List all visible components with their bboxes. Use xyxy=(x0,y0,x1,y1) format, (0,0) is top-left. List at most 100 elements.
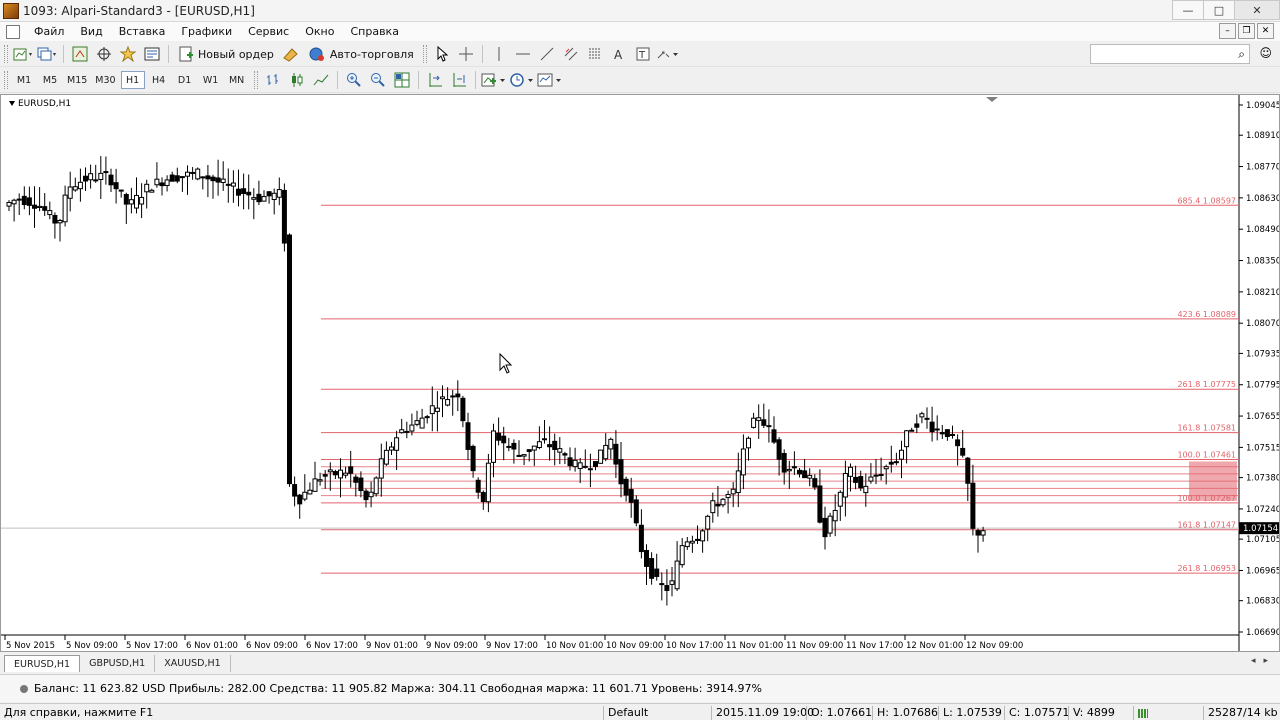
autoscroll-icon[interactable] xyxy=(448,70,470,90)
document-icon[interactable] xyxy=(6,24,20,39)
candle-body xyxy=(577,462,583,470)
candle-body xyxy=(893,461,899,464)
menu-file[interactable]: Файл xyxy=(26,25,72,38)
candle-body xyxy=(878,474,884,477)
fibonacci-icon[interactable] xyxy=(584,44,606,64)
timeframe-d1[interactable]: D1 xyxy=(173,71,197,89)
candle-body xyxy=(613,443,619,465)
tab-xauusd-h1[interactable]: XAUUSD,H1 xyxy=(155,655,231,672)
auto-trading-button[interactable]: Авто-торговля xyxy=(304,44,418,64)
candle-body xyxy=(236,188,241,196)
connection-bars-icon xyxy=(1138,708,1148,718)
meta-editor-icon[interactable] xyxy=(280,44,302,64)
collapse-arrow-icon[interactable] xyxy=(9,101,15,106)
candle-body xyxy=(491,430,496,463)
zoom-out-icon[interactable] xyxy=(367,70,389,90)
text-label-icon[interactable]: T xyxy=(632,44,654,64)
menu-help[interactable]: Справка xyxy=(342,25,406,38)
candle-body xyxy=(475,479,481,493)
time-label: 6 Nov 09:00 xyxy=(246,641,298,651)
timeframe-m5[interactable]: M5 xyxy=(38,71,62,89)
chart-shift-icon[interactable] xyxy=(424,70,446,90)
candle-body xyxy=(363,490,369,501)
chart-window[interactable]: 1.09045 1.08910 1.08770 1.08630 1.08490 1.083… xyxy=(0,94,1280,652)
line-chart-icon[interactable] xyxy=(310,70,332,90)
candle-body xyxy=(776,439,782,460)
terminal-icon[interactable] xyxy=(141,44,163,64)
time-label: 12 Nov 09:00 xyxy=(966,641,1023,651)
price-chart[interactable]: 1.09045 1.08910 1.08770 1.08630 1.08490 1.083… xyxy=(1,95,1279,651)
candle-body xyxy=(62,194,68,223)
menu-charts[interactable]: Графики xyxy=(173,25,240,38)
tile-windows-icon[interactable] xyxy=(391,70,413,90)
channel-icon[interactable] xyxy=(560,44,582,64)
candle-body xyxy=(256,193,262,203)
timeframe-h1[interactable]: H1 xyxy=(120,71,145,89)
candle-body xyxy=(740,448,746,476)
candlestick-icon[interactable] xyxy=(286,70,308,90)
candle-body xyxy=(659,583,665,586)
trendline-icon[interactable] xyxy=(536,44,558,64)
arrows-dropdown-icon[interactable] xyxy=(656,44,680,64)
timeframe-h4[interactable]: H4 xyxy=(147,71,171,89)
market-watch-icon[interactable] xyxy=(69,44,91,64)
templates-dropdown-icon[interactable] xyxy=(537,70,563,90)
timeframe-mn[interactable]: MN xyxy=(225,71,249,89)
data-window-icon[interactable] xyxy=(93,44,115,64)
cursor-icon[interactable] xyxy=(431,44,453,64)
horizontal-line-icon[interactable] xyxy=(512,44,534,64)
maximize-button[interactable]: □ xyxy=(1203,0,1235,20)
status-high: H: 1.07686 xyxy=(872,706,938,720)
menu-tools[interactable]: Сервис xyxy=(240,25,297,38)
menu-window[interactable]: Окно xyxy=(297,25,342,38)
profiles-icon[interactable] xyxy=(36,44,58,64)
candle-body xyxy=(72,186,78,191)
candle-body xyxy=(246,191,252,196)
child-minimize-button[interactable]: – xyxy=(1219,23,1236,39)
bar-chart-icon[interactable] xyxy=(262,70,284,90)
toolbar-grip[interactable] xyxy=(4,71,8,89)
zoom-in-icon[interactable] xyxy=(343,70,365,90)
periodicity-dropdown-icon[interactable] xyxy=(509,70,535,90)
timeframe-m15[interactable]: M15 xyxy=(64,71,90,89)
timeframe-m30[interactable]: M30 xyxy=(92,71,118,89)
candle-body xyxy=(358,477,364,492)
navigator-icon[interactable] xyxy=(117,44,139,64)
tab-scroll-arrows-icon[interactable]: ◂▸ xyxy=(1251,656,1276,666)
candle-body xyxy=(113,182,119,190)
toolbar-grip[interactable] xyxy=(422,45,427,63)
indicators-dropdown-icon[interactable] xyxy=(481,70,507,90)
candle-body xyxy=(542,438,547,441)
crosshair-icon[interactable] xyxy=(455,44,477,64)
tab-gbpusd-h1[interactable]: GBPUSD,H1 xyxy=(80,655,156,672)
minimize-button[interactable]: — xyxy=(1172,0,1204,20)
tab-eurusd-h1[interactable]: EURUSD,H1 xyxy=(4,655,81,672)
candle-body xyxy=(771,429,777,443)
timeframe-w1[interactable]: W1 xyxy=(199,71,223,89)
svg-text:T: T xyxy=(638,50,646,61)
search-icon: ⌕ xyxy=(1238,46,1245,61)
new-order-label: Новый ордер xyxy=(198,47,274,61)
candle-body xyxy=(618,459,624,485)
candle-body xyxy=(37,205,43,208)
child-restore-button[interactable]: ❐ xyxy=(1238,23,1255,39)
timeframe-m1[interactable]: M1 xyxy=(12,71,36,89)
vertical-line-icon[interactable] xyxy=(488,44,510,64)
new-chart-icon[interactable] xyxy=(12,44,34,64)
price-label: 1.08630 xyxy=(1246,194,1279,204)
child-close-button[interactable]: ✕ xyxy=(1257,23,1274,39)
new-order-button[interactable]: Новый ордер xyxy=(174,44,278,64)
text-tool-icon[interactable]: A xyxy=(608,44,630,64)
close-button[interactable]: ✕ xyxy=(1234,0,1280,20)
toolbar-grip[interactable] xyxy=(4,45,8,63)
user-icon[interactable]: ☺ xyxy=(1259,46,1272,60)
candle-body xyxy=(139,196,145,205)
toolbar-grip[interactable] xyxy=(253,71,258,89)
price-label: 1.06965 xyxy=(1246,566,1279,576)
candle-body xyxy=(103,171,109,174)
menu-insert[interactable]: Вставка xyxy=(111,25,174,38)
candle-body xyxy=(730,488,736,495)
time-label: 10 Nov 09:00 xyxy=(606,641,663,651)
search-input[interactable]: ⌕ xyxy=(1090,44,1250,64)
menu-view[interactable]: Вид xyxy=(72,25,110,38)
